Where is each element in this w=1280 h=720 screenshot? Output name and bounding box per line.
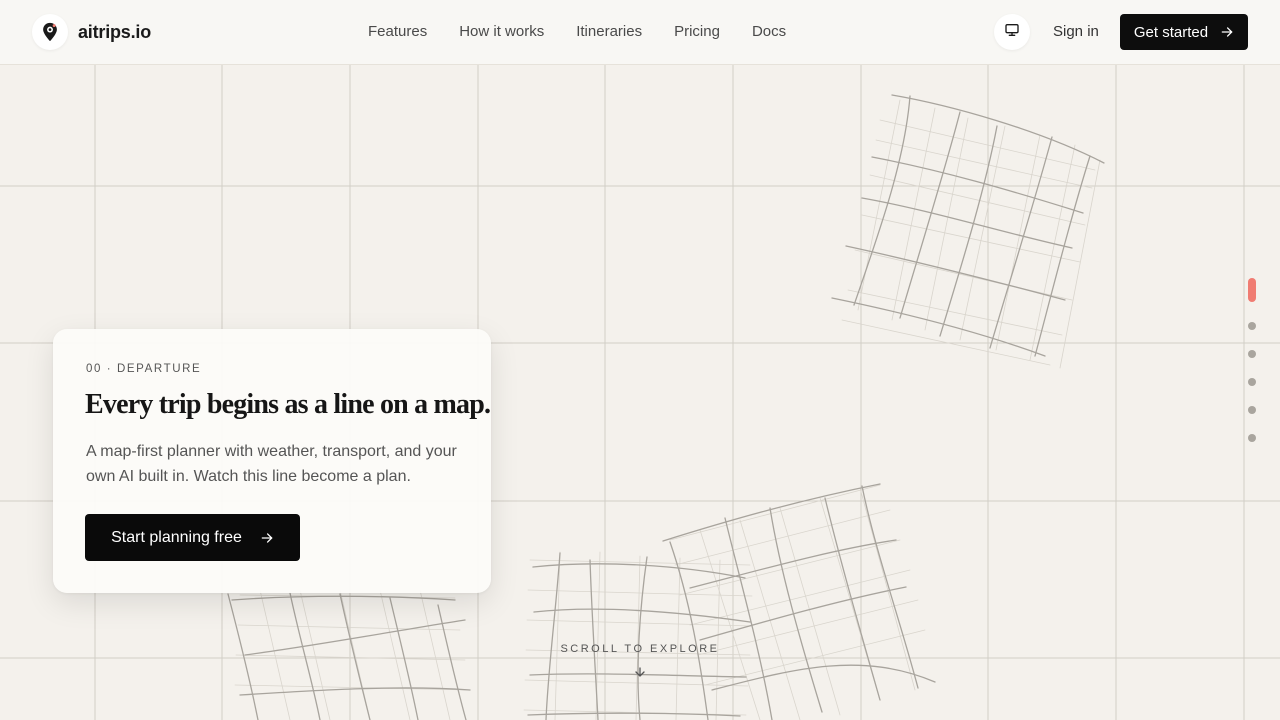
section-dot[interactable] — [1248, 406, 1256, 414]
arrow-right-icon — [1220, 25, 1234, 39]
hero-eyebrow: 00 · DEPARTURE — [86, 363, 202, 375]
chevron-down-icon — [634, 664, 646, 682]
get-started-label: Get started — [1133, 23, 1209, 41]
start-planning-button[interactable]: Start planning free — [85, 514, 300, 561]
scroll-hint: SCROLL TO EXPLORE — [560, 643, 720, 655]
street-sketch-top-right — [831, 94, 1105, 369]
hero-headline: Every trip begins as a line on a map. — [85, 389, 491, 420]
get-started-button[interactable]: Get started — [1120, 14, 1248, 50]
map-pin-logo-icon — [32, 14, 68, 50]
arrow-right-icon — [260, 531, 274, 545]
main-nav: Features How it works Itineraries Pricin… — [368, 23, 818, 40]
hero-card: 00 · DEPARTURE Every trip begins as a li… — [53, 329, 491, 593]
brand-logo[interactable]: aitrips.io — [32, 14, 151, 50]
top-navigation-bar: aitrips.io Features How it works Itinera… — [0, 0, 1280, 65]
nav-pricing[interactable]: Pricing — [674, 23, 720, 40]
monitor-icon — [1004, 22, 1020, 43]
section-dot[interactable] — [1248, 350, 1256, 358]
section-dot-active[interactable] — [1248, 278, 1256, 302]
section-dot[interactable] — [1248, 322, 1256, 330]
nav-docs[interactable]: Docs — [752, 23, 786, 40]
nav-itineraries[interactable]: Itineraries — [576, 23, 642, 40]
sign-in-link[interactable]: Sign in — [1053, 23, 1099, 40]
hero-description: A map-first planner with weather, transp… — [86, 443, 457, 485]
nav-how-it-works[interactable]: How it works — [459, 23, 544, 40]
theme-toggle-button[interactable] — [994, 14, 1030, 50]
nav-features[interactable]: Features — [368, 23, 427, 40]
section-dot[interactable] — [1248, 434, 1256, 442]
brand-name: aitrips.io — [78, 21, 152, 42]
start-planning-label: Start planning free — [111, 528, 242, 546]
section-dot[interactable] — [1248, 378, 1256, 386]
